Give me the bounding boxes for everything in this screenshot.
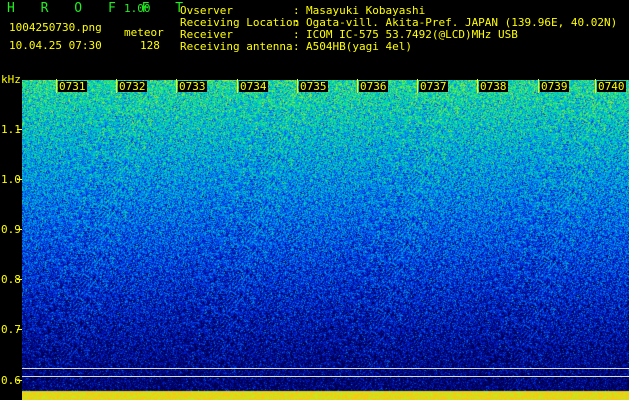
- time-tick-label: 0735: [297, 79, 328, 93]
- app-title: H R O F F T: [7, 1, 193, 16]
- spectrogram-canvas: [22, 80, 629, 400]
- app-version: 1.00: [124, 2, 151, 15]
- reference-line: [22, 368, 629, 369]
- info-antenna-colon: :: [293, 40, 300, 53]
- time-tick-label: 0740: [595, 79, 626, 93]
- time-tick-label: 0732: [116, 79, 147, 93]
- time-tick-label: 0736: [357, 79, 388, 93]
- spectrogram: [22, 80, 629, 400]
- y-tick-mark: [17, 229, 22, 230]
- time-tick-label: 0734: [237, 79, 268, 93]
- y-tick-mark: [17, 329, 22, 330]
- file-name: 1004250730.png: [9, 21, 102, 34]
- time-tick-label: 0737: [417, 79, 448, 93]
- y-tick-mark: [17, 380, 22, 381]
- time-tick-label: 0738: [477, 79, 508, 93]
- info-antenna-label: Receiving antenna: [180, 40, 293, 53]
- time-tick-label: 0733: [176, 79, 207, 93]
- time-tick-label: 0739: [538, 79, 569, 93]
- y-tick-mark: [17, 129, 22, 130]
- y-tick-mark: [17, 279, 22, 280]
- y-axis-unit: kHz: [1, 73, 21, 86]
- meteor-label: meteor: [124, 26, 164, 39]
- time-tick-label: 0731: [56, 79, 87, 93]
- meteor-count: 128: [140, 39, 160, 52]
- file-timestamp: 10.04.25 07:30: [9, 39, 102, 52]
- info-antenna-value: A504HB(yagi 4el): [306, 40, 412, 53]
- reference-line: [22, 376, 629, 377]
- y-tick-mark: [17, 179, 22, 180]
